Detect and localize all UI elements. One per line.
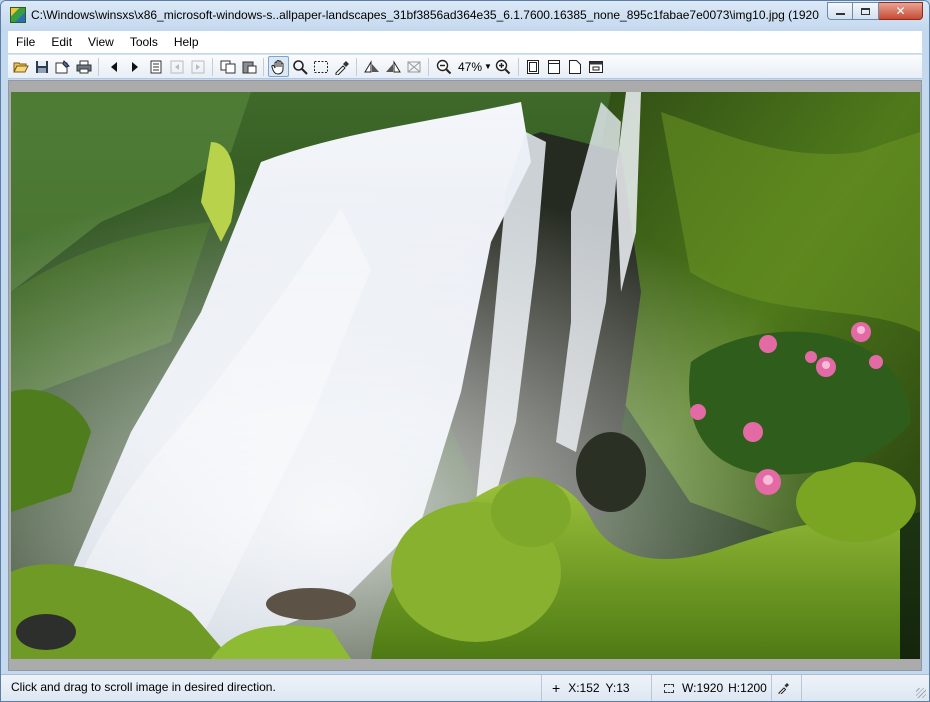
toolbar-separator	[212, 57, 213, 76]
cursor-x: X:152	[568, 681, 600, 695]
status-bar: Click and drag to scroll image in desire…	[1, 674, 929, 701]
title-bar[interactable]: C:\Windows\winsxs\x86_microsoft-windows-…	[1, 1, 929, 30]
select-rectangle-icon[interactable]	[310, 56, 331, 77]
copy-icon[interactable]	[217, 56, 238, 77]
hand-pan-icon[interactable]	[268, 56, 289, 77]
eyedropper-icon[interactable]	[331, 56, 352, 77]
cursor-position: + X:152 Y:13	[541, 675, 646, 701]
chevron-down-icon: ▼	[484, 62, 492, 71]
image-canvas[interactable]	[11, 92, 920, 659]
open-folder-icon[interactable]	[10, 56, 31, 77]
resize-grip[interactable]	[916, 688, 926, 698]
maximize-button[interactable]	[853, 2, 879, 20]
magnifier-icon[interactable]	[289, 56, 310, 77]
toolbar-separator	[517, 57, 519, 76]
fit-width-icon[interactable]	[544, 56, 565, 77]
caption-buttons: ✕	[827, 2, 923, 20]
fit-page-icon[interactable]	[523, 56, 544, 77]
zoom-level-value: 47%	[458, 59, 483, 74]
next-icon[interactable]	[124, 56, 145, 77]
minimize-button[interactable]	[827, 2, 853, 20]
save-icon[interactable]	[31, 56, 52, 77]
toolbar: 47% ▼	[8, 54, 922, 79]
toolbar-separator	[356, 57, 357, 76]
menu-file[interactable]: File	[8, 31, 43, 53]
paste-icon[interactable]	[238, 56, 259, 77]
fullscreen-icon[interactable]	[586, 56, 607, 77]
previous-icon[interactable]	[103, 56, 124, 77]
image-viewer-window: C:\Windows\winsxs\x86_microsoft-windows-…	[0, 0, 930, 702]
menu-edit[interactable]: Edit	[43, 31, 80, 53]
close-button[interactable]: ✕	[879, 2, 923, 20]
zoom-out-icon[interactable]	[433, 56, 454, 77]
color-pick-cell	[771, 675, 801, 701]
first-page-icon[interactable]	[166, 56, 187, 77]
cursor-y: Y:13	[605, 681, 630, 695]
last-page-icon[interactable]	[187, 56, 208, 77]
image-viewport[interactable]	[8, 80, 922, 671]
eyedropper-icon	[778, 683, 789, 694]
zoom-in-icon[interactable]	[493, 56, 514, 77]
toolbar-separator	[428, 57, 429, 76]
waterfall-landscape-image[interactable]	[11, 92, 920, 659]
minimize-icon	[835, 13, 845, 15]
thumbnails-icon[interactable]	[145, 56, 166, 77]
menu-view[interactable]: View	[80, 31, 122, 53]
app-icon[interactable]	[10, 7, 26, 23]
image-width: W:1920	[682, 681, 724, 695]
crosshair-icon: +	[552, 680, 561, 696]
image-dimensions: W:1920 H:1200	[651, 675, 771, 701]
selection-size-icon	[664, 683, 674, 693]
close-icon: ✕	[895, 4, 906, 18]
image-height: H:1200	[728, 681, 767, 695]
actual-size-icon[interactable]	[565, 56, 586, 77]
properties-icon[interactable]	[52, 56, 73, 77]
menu-tools[interactable]: Tools	[122, 31, 166, 53]
zoom-level-dropdown[interactable]: 47% ▼	[454, 56, 493, 77]
rotate-left-icon[interactable]	[361, 56, 382, 77]
toolbar-separator	[263, 57, 264, 76]
rotate-right-icon[interactable]	[382, 56, 403, 77]
menu-bar: File Edit View Tools Help	[8, 31, 922, 53]
status-message: Click and drag to scroll image in desire…	[11, 680, 276, 694]
crop-icon[interactable]	[403, 56, 424, 77]
maximize-icon	[861, 7, 870, 15]
window-title: C:\Windows\winsxs\x86_microsoft-windows-…	[31, 8, 821, 22]
toolbar-separator	[98, 57, 99, 76]
status-empty-cell	[801, 675, 921, 701]
print-icon[interactable]	[73, 56, 94, 77]
menu-help[interactable]: Help	[166, 31, 207, 53]
